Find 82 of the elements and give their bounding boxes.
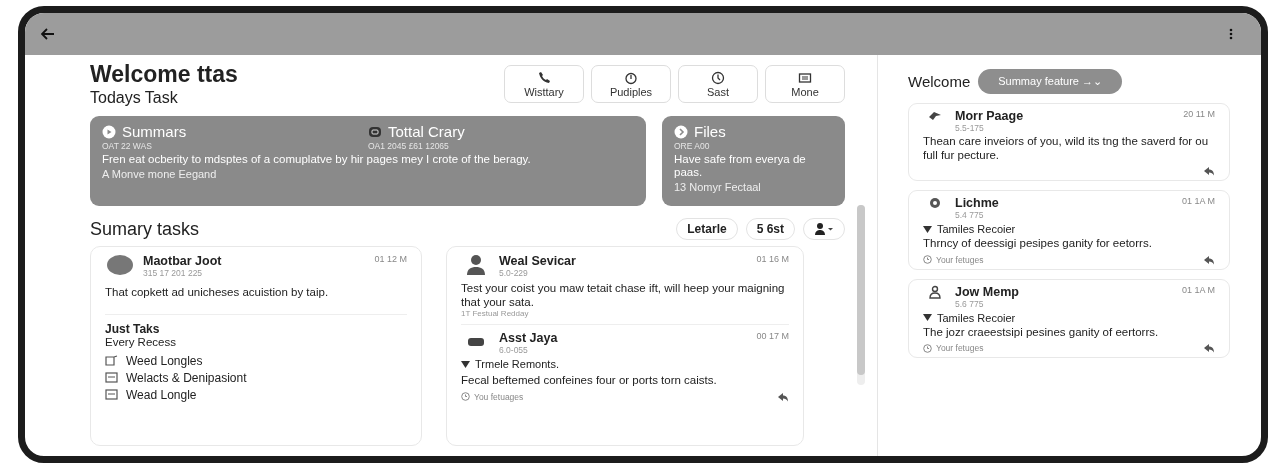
time-label: 01 1A M	[1181, 196, 1215, 206]
action-button[interactable]: Wisttary	[504, 65, 584, 103]
reply-icon[interactable]	[777, 391, 789, 402]
time-label: 20 11 M	[1183, 109, 1215, 119]
tag-label: Tamiles Recoier	[937, 223, 1016, 235]
message-text: Thean care inveiors of you, wild its tng the saverd for ou full fur pecture.	[923, 135, 1210, 162]
task-item[interactable]: Weed Longles	[105, 353, 407, 368]
sender-name: Weal Sevicar	[499, 254, 577, 268]
action-icon	[711, 70, 725, 85]
caret-icon	[923, 225, 932, 233]
task-text: That copkett ad unicheses acuistion by taip.	[105, 286, 330, 300]
sender-meta: 5.4 775	[955, 210, 985, 220]
subtext: Every Recess	[105, 335, 177, 348]
user-filter-button[interactable]	[803, 218, 845, 240]
sender-name: Maotbar Joot	[143, 254, 223, 268]
user-icon	[814, 222, 834, 236]
subheading: Just Taks	[105, 313, 407, 336]
clock-icon	[923, 343, 932, 353]
caret-icon	[923, 314, 932, 321]
page-subtitle: Todays Task	[90, 89, 179, 107]
note-icon	[105, 355, 118, 366]
card-title: Files	[694, 123, 726, 140]
message-card[interactable]: Morr Paage 5.5-175 20 11 M Thean care inveiors of you, wild its tng the saverd for ou full fur pecture.	[908, 103, 1230, 181]
card-title: Tottal Crary	[388, 123, 465, 140]
sender-name: Morr Paage	[955, 109, 1025, 123]
message-text: The jozr craeestsipi pesines ganity of eertorrs.	[923, 325, 1160, 339]
action-icon	[798, 70, 812, 85]
filter-chip[interactable]: 5 6st	[745, 218, 795, 240]
task-card[interactable]: Maotbar Joot 315 17 201 225 01 12 M That copkett ad unicheses acuistion by taip. Just Taks Every Recess Weed Longles Welacts & Denipasiont Wead Longle	[90, 246, 422, 446]
page-title: Welcome ttas	[90, 61, 238, 88]
reply-icon[interactable]	[1203, 343, 1215, 353]
card-text: Have safe from everya de paas.	[674, 153, 807, 179]
note-text: 1T Festual Redday	[461, 309, 530, 318]
card-meta: OA1 2045 £61 12065	[368, 141, 450, 151]
section-title: Sumary tasks	[90, 218, 200, 240]
time-label: 01 12 M	[374, 254, 407, 264]
card-footer: A Monve mone Eegand	[102, 168, 634, 180]
filter-chip[interactable]: Letarle	[676, 218, 738, 240]
message-text: Thrncy of deessigi pesipes ganity for eetorrs.	[923, 237, 1153, 251]
message-card[interactable]: Jow Memp 5.6 775 01 1A M Tamiles Recoier The jozr craeestsipi pesines ganity of eertorrs. Your fetuges	[908, 278, 1230, 358]
avatar-icon	[105, 254, 135, 276]
tag-label: Trmele Remonts.	[475, 358, 559, 370]
task-item[interactable]: Welacts & Denipasiont	[105, 370, 407, 385]
action-button[interactable]: Mone	[765, 65, 845, 103]
sender-meta: 5.6 775	[955, 298, 984, 309]
action-icon	[624, 70, 638, 85]
card-meta: ORE A00	[674, 141, 711, 151]
card-meta: OAT 22 WAS	[102, 141, 153, 151]
sender-name: Asst Jaya	[499, 331, 559, 345]
clock-icon	[461, 392, 470, 401]
action-button[interactable]: Sast	[678, 65, 758, 103]
tag-label: Tamiles Recoier	[937, 311, 1016, 324]
card-footer: 13 Nomyr Fectaal	[674, 181, 833, 193]
more-icon[interactable]	[1229, 28, 1233, 40]
time-label: 01 1A M	[1181, 284, 1215, 295]
time-label: 00 17 M	[756, 331, 789, 341]
reply-icon[interactable]	[1203, 166, 1215, 176]
sender-meta: 5.0-229	[499, 268, 529, 278]
message-item[interactable]: Asst Jaya 6.0-055 00 17 M Trmele Remonts. Fecal beftemed confeines four or ports torn caists. You fetuages	[461, 324, 789, 402]
footer-link[interactable]: Your fetuges	[936, 343, 984, 353]
message-card[interactable]: Lichme 5.4 775 01 1A M Tamiles Recoier Thrncy of deessigi pesipes ganity for eetorrs. Your fetuges	[908, 190, 1230, 270]
sender-meta: 6.0-055	[499, 345, 529, 355]
caret-icon	[461, 360, 470, 368]
action-icon	[537, 70, 551, 85]
panel-title: Welcome	[908, 73, 971, 90]
sender-meta: 5.5-175	[955, 123, 985, 133]
task-item[interactable]: Wead Longle	[105, 387, 407, 402]
sender-name: Jow Memp	[955, 284, 1020, 299]
message-item[interactable]: Weal Sevicar 5.0-229 01 16 M Test your coist you maw tetait chase ift, will heep your maigning that your sata. 1T Festual Redday	[461, 254, 789, 318]
message-text: Fecal beftemed confeines four or ports torn caists.	[461, 374, 718, 388]
sender-meta: 315 17 201 225	[143, 268, 204, 278]
card-title: Summars	[122, 123, 187, 140]
card-text: Fren eat ocberity to mdsptes of a comuplatve by hir pages mey I crote of the beragy.	[102, 153, 532, 166]
footer-link[interactable]: Your fetuges	[936, 254, 984, 265]
action-button[interactable]: Pudiples	[591, 65, 671, 103]
footer-link[interactable]: You fetuages	[474, 391, 524, 402]
time-label: 01 16 M	[756, 254, 789, 264]
clock-icon	[923, 255, 932, 264]
message-text: Test your coist you maw tetait chase ift, will heep your maigning that your sata.	[461, 282, 786, 309]
reply-icon[interactable]	[1203, 254, 1215, 265]
back-icon[interactable]	[41, 28, 55, 40]
sender-name: Lichme	[955, 196, 1000, 210]
